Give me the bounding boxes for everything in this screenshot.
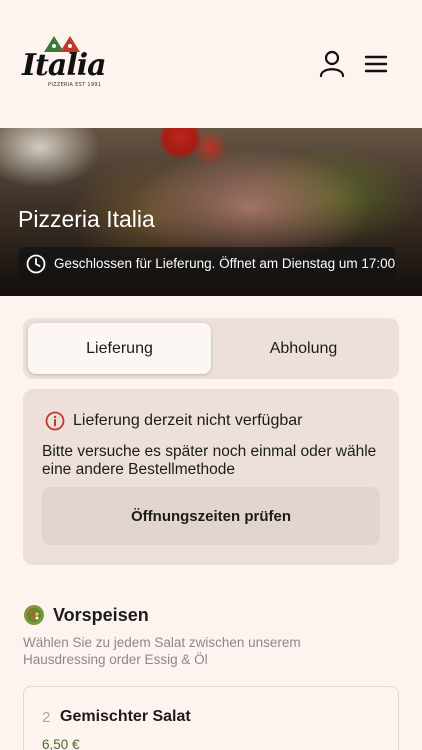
section-description: Wählen Sie zu jedem Salat zwischen unser… <box>23 635 301 667</box>
app-header: Italia PIZZERIA EST 1991 <box>0 0 422 128</box>
logo-subtext: PIZZERIA EST 1991 <box>48 82 102 88</box>
item-number: 2 <box>42 709 51 726</box>
delivery-unavailable-notice: Lieferung derzeit nicht verfügbar Bitte … <box>23 389 399 565</box>
notice-title: Lieferung derzeit nicht verfügbar <box>73 412 303 429</box>
salad-icon <box>24 605 44 625</box>
notice-header: Lieferung derzeit nicht verfügbar <box>45 411 302 431</box>
status-text: Geschlossen für Lieferung. Öffnet am Die… <box>54 256 396 271</box>
menu-button[interactable] <box>364 52 390 76</box>
hero-banner: Pizzeria Italia Geschlossen für Lieferun… <box>0 128 422 296</box>
notice-body: Bitte versuche es später noch einmal ode… <box>42 443 377 478</box>
item-name: Gemischter Salat <box>60 708 191 725</box>
restaurant-name: Pizzeria Italia <box>18 206 155 232</box>
section-title: Vorspeisen <box>53 604 149 625</box>
status-badge: Geschlossen für Lieferung. Öffnet am Die… <box>18 247 396 280</box>
info-icon <box>45 411 65 431</box>
menu-item-card[interactable]: 2 Gemischter Salat 6,50 € <box>23 686 399 750</box>
logo-text: Italia <box>22 48 107 83</box>
account-button[interactable] <box>318 50 346 78</box>
section-header: Vorspeisen <box>23 604 149 626</box>
check-opening-hours-button[interactable]: Öffnungszeiten prüfen <box>42 487 380 545</box>
user-icon <box>319 50 345 78</box>
menu-icon <box>364 55 388 73</box>
logo[interactable]: Italia PIZZERIA EST 1991 <box>22 34 107 92</box>
clock-icon <box>26 254 46 273</box>
tab-delivery[interactable]: Lieferung <box>28 323 211 374</box>
order-mode-toggle: Lieferung Abholung <box>23 318 399 379</box>
tab-pickup[interactable]: Abholung <box>213 323 394 374</box>
item-price: 6,50 € <box>42 737 80 750</box>
